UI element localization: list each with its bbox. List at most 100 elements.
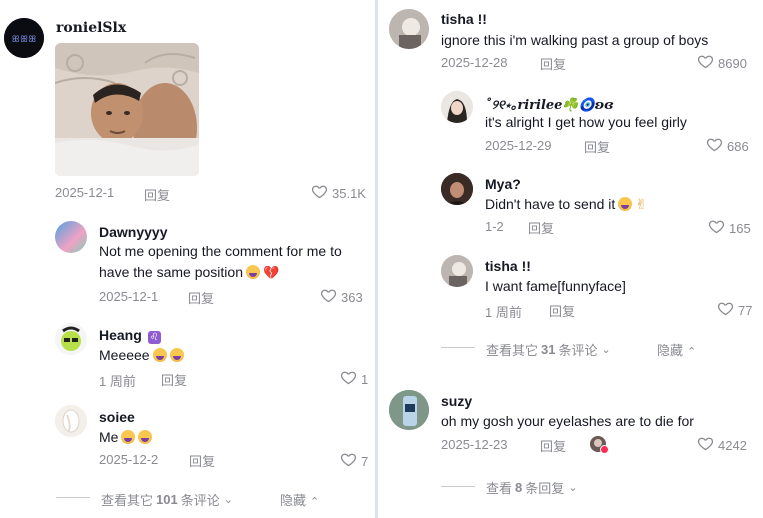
reply-button[interactable]: 回复: [584, 137, 610, 156]
view-more-comments-button[interactable]: 查看其它 31 条评论 ⌄: [486, 340, 611, 359]
view-more-comments-button[interactable]: 查看其它 101 条评论 ⌄: [101, 490, 233, 509]
heart-icon: [311, 183, 328, 203]
view-replies-button[interactable]: 查看 8 条回复 ⌄: [486, 478, 577, 497]
avatar[interactable]: [55, 323, 87, 355]
avatar[interactable]: [55, 405, 87, 437]
username-text: Heang: [99, 327, 142, 343]
like-count: 77: [738, 302, 753, 318]
comment-username[interactable]: ronielSlx: [56, 20, 126, 36]
like-button[interactable]: 8690: [697, 53, 747, 73]
avatar[interactable]: [389, 390, 429, 430]
comment-date: 1-2: [485, 219, 504, 234]
comment-username[interactable]: suzy: [441, 393, 472, 409]
divider-line: [441, 486, 475, 487]
comment-username[interactable]: tisha !!: [485, 258, 531, 274]
avatar[interactable]: [441, 173, 473, 205]
chevron-up-icon: ⌃: [310, 496, 320, 508]
screaming-face-emoji-icon: [138, 430, 153, 444]
comment-username[interactable]: ˚୨୧⋆｡ririlee☘️🧿ʚɞ: [485, 94, 613, 113]
hide-label: 隐藏: [280, 493, 307, 508]
reply-button[interactable]: 回复: [540, 54, 566, 73]
comment-username[interactable]: soiee: [99, 409, 135, 425]
comment-image[interactable]: [55, 43, 199, 176]
heart-icon: [320, 287, 337, 307]
divider-line: [441, 347, 475, 348]
comment-username[interactable]: Heang ♌: [99, 327, 161, 344]
avatar[interactable]: [55, 221, 87, 253]
right-comments-panel: tisha !! ignore this i'm walking past a …: [377, 0, 763, 518]
comment-text-value: Me: [99, 429, 119, 445]
screaming-face-emoji-icon: [121, 430, 136, 444]
heart-icon: [708, 218, 725, 238]
avatar[interactable]: [389, 9, 429, 49]
avatar[interactable]: ꕥꕥꕥ: [4, 18, 44, 58]
reply-button[interactable]: 回复: [144, 185, 170, 204]
chevron-down-icon: ⌄: [568, 482, 578, 494]
comment-text-value: Meeeee: [99, 347, 150, 363]
view-more-suffix: 条评论: [558, 343, 598, 358]
reply-button[interactable]: 回复: [540, 436, 566, 455]
comment-username[interactable]: tisha !!: [441, 11, 487, 27]
comment-text: Not me opening the comment for me to hav…: [99, 241, 369, 283]
reply-button[interactable]: 回复: [528, 218, 554, 237]
like-button[interactable]: 7: [340, 451, 368, 471]
like-button[interactable]: 77: [717, 300, 752, 320]
comment-text-line: have the same position: [99, 264, 243, 280]
comment-text: ignore this i'm walking past a group of …: [441, 32, 709, 48]
broken-heart-emoji-icon: 💔: [262, 265, 280, 280]
like-button[interactable]: 165: [708, 218, 751, 238]
heart-icon: [697, 435, 714, 455]
comment-date: 2025-12-23: [441, 437, 508, 452]
victory-hand-emoji-icon: ✌: [635, 196, 648, 212]
reply-button[interactable]: 回复: [189, 451, 215, 470]
screaming-face-emoji-icon: [169, 348, 184, 362]
comment-date: 2025-12-1: [55, 185, 115, 200]
heart-icon: [706, 136, 723, 156]
reply-button[interactable]: 回复: [549, 301, 575, 320]
hide-label: 隐藏: [657, 343, 684, 358]
divider-line: [56, 497, 90, 498]
like-count: 8690: [718, 55, 747, 71]
heart-icon: [340, 369, 357, 389]
hide-replies-button[interactable]: 隐藏 ⌃: [657, 340, 696, 359]
view-replies-suffix: 条回复: [525, 481, 565, 496]
like-button[interactable]: 363: [320, 287, 363, 307]
like-button[interactable]: 1: [340, 369, 368, 389]
like-count: 4242: [718, 437, 747, 453]
like-button[interactable]: 35.1K: [311, 183, 366, 203]
view-more-suffix: 条评论: [180, 493, 220, 508]
comment-username[interactable]: Dawnyyyy: [99, 224, 167, 240]
heart-badge-icon: [600, 445, 609, 454]
chevron-up-icon: ⌃: [687, 346, 697, 358]
reply-button[interactable]: 回复: [188, 288, 214, 307]
screaming-face-emoji-icon: [618, 197, 633, 211]
comment-date: 2025-12-29: [485, 138, 552, 153]
view-more-prefix: 查看其它: [101, 493, 154, 508]
like-count: 35.1K: [332, 185, 366, 201]
avatar[interactable]: [441, 91, 473, 123]
comment-username[interactable]: Mya?: [485, 176, 521, 192]
heart-icon: [697, 53, 714, 73]
like-button[interactable]: 686: [706, 136, 749, 156]
screaming-face-emoji-icon: [245, 265, 260, 279]
comment-text-value: Didn't have to send it: [485, 196, 616, 212]
view-replies-prefix: 查看: [486, 481, 513, 496]
comment-date: 2025-12-2: [99, 452, 159, 467]
left-comments-panel: ꕥꕥꕥ ronielSlx 2025-12-1 回复 35.1K Dawnyyy…: [0, 0, 377, 518]
view-replies-count: 8: [515, 480, 523, 495]
comment-date: 2025-12-28: [441, 55, 508, 70]
like-button[interactable]: 4242: [697, 435, 747, 455]
chevron-down-icon: ⌄: [601, 344, 611, 356]
reply-button[interactable]: 回复: [161, 370, 187, 389]
comment-text: Didn't have to send it ✌: [485, 194, 755, 215]
avatar[interactable]: [441, 255, 473, 287]
like-count: 686: [727, 138, 749, 154]
comment-text: Meeeee: [99, 345, 184, 366]
screaming-face-emoji-icon: [152, 348, 167, 362]
comment-date: 2025-12-1: [99, 289, 159, 304]
comment-text: Me: [99, 427, 153, 448]
like-count: 1: [361, 371, 369, 387]
hide-replies-button[interactable]: 隐藏 ⌃: [280, 490, 319, 509]
comment-text: oh my gosh your eyelashes are to die for: [441, 413, 694, 429]
like-count: 165: [729, 220, 751, 236]
